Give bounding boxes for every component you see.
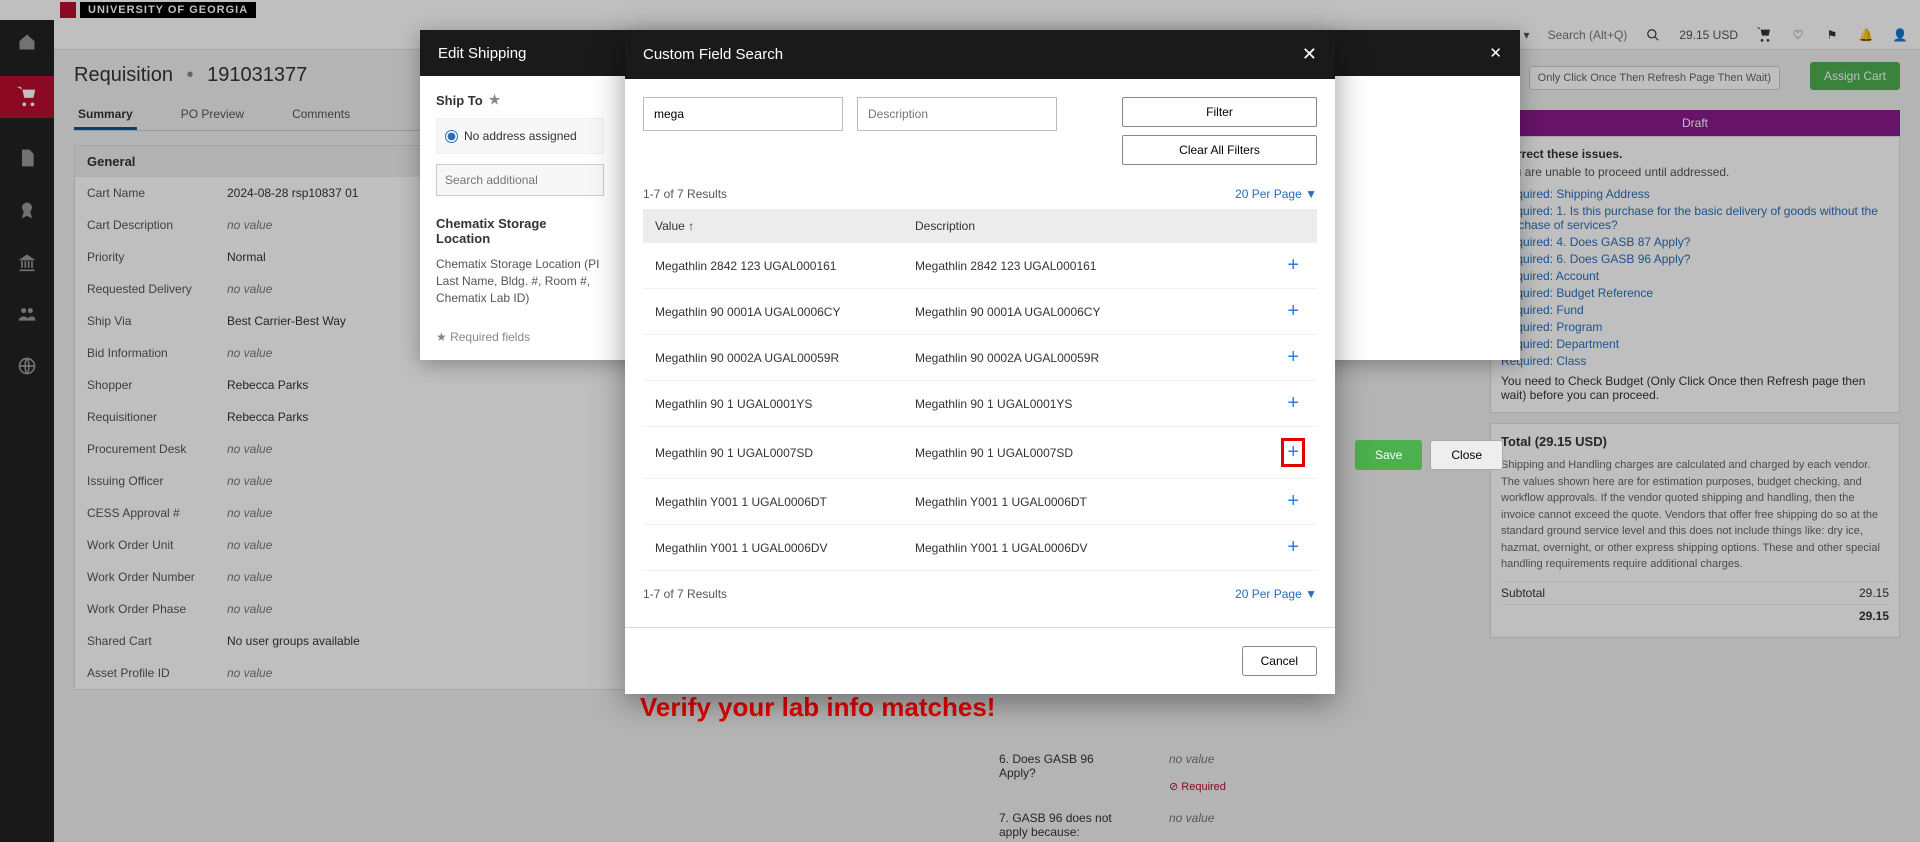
row-value: Megathlin 90 0002A UGAL00059R xyxy=(655,351,915,365)
chematix-subtext: Chematix Storage Location (PI Last Name,… xyxy=(436,256,604,306)
add-icon[interactable]: + xyxy=(1281,490,1305,513)
edit-shipping-title: Edit Shipping xyxy=(438,45,526,62)
ship-to-heading: Ship To★ xyxy=(436,92,604,108)
results-count-bottom: 1-7 of 7 Results xyxy=(643,587,727,601)
result-row: Megathlin 90 0001A UGAL0006CYMegathlin 9… xyxy=(643,289,1317,335)
per-page-dropdown[interactable]: 20 Per Page ▼ xyxy=(1235,187,1317,201)
column-description[interactable]: Description xyxy=(915,219,975,233)
description-filter-input[interactable] xyxy=(857,97,1057,131)
cfs-table-header: Value ↑ Description xyxy=(643,209,1317,243)
row-desc: Megathlin Y001 1 UGAL0006DV xyxy=(915,541,1281,555)
search-additional-input[interactable] xyxy=(436,164,604,196)
cancel-button[interactable]: Cancel xyxy=(1242,646,1317,676)
no-address-radio[interactable]: No address assigned xyxy=(436,118,604,154)
add-icon[interactable]: + xyxy=(1281,392,1305,415)
value-filter-input[interactable] xyxy=(643,97,843,131)
row-value: Megathlin Y001 1 UGAL0006DT xyxy=(655,495,915,509)
save-button[interactable]: Save xyxy=(1355,440,1422,470)
result-row-highlighted: Megathlin 90 1 UGAL0007SDMegathlin 90 1 … xyxy=(643,427,1317,479)
row-value: Megathlin 90 0001A UGAL0006CY xyxy=(655,305,915,319)
annotation-text: Verify your lab info matches! xyxy=(640,692,995,723)
result-row: Megathlin Y001 1 UGAL0006DVMegathlin Y00… xyxy=(643,525,1317,571)
close-icon[interactable]: ✕ xyxy=(1489,44,1502,62)
results-count: 1-7 of 7 Results xyxy=(643,187,727,201)
add-icon[interactable]: + xyxy=(1281,536,1305,559)
add-icon[interactable]: + xyxy=(1281,254,1305,277)
clear-filters-button[interactable]: Clear All Filters xyxy=(1122,135,1317,165)
row-value: Megathlin 90 1 UGAL0001YS xyxy=(655,397,915,411)
close-button[interactable]: Close xyxy=(1430,440,1503,470)
column-value[interactable]: Value ↑ xyxy=(655,219,915,233)
add-icon[interactable]: + xyxy=(1281,438,1305,467)
per-page-dropdown-bottom[interactable]: 20 Per Page ▼ xyxy=(1235,587,1317,601)
row-desc: Megathlin 90 0002A UGAL00059R xyxy=(915,351,1281,365)
row-value: Megathlin 90 1 UGAL0007SD xyxy=(655,446,915,460)
chematix-heading: Chematix Storage Location xyxy=(436,216,604,246)
required-fields-note: Required fields xyxy=(436,330,604,344)
row-value: Megathlin Y001 1 UGAL0006DV xyxy=(655,541,915,555)
close-icon[interactable]: ✕ xyxy=(1302,44,1317,65)
result-row: Megathlin 2842 123 UGAL000161Megathlin 2… xyxy=(643,243,1317,289)
cfs-title: Custom Field Search xyxy=(643,46,783,63)
filter-button[interactable]: Filter xyxy=(1122,97,1317,127)
row-desc: Megathlin 90 1 UGAL0007SD xyxy=(915,446,1281,460)
edit-shipping-actions: Save Close xyxy=(1355,440,1503,470)
result-row: Megathlin Y001 1 UGAL0006DTMegathlin Y00… xyxy=(643,479,1317,525)
no-address-label: No address assigned xyxy=(464,129,577,143)
add-icon[interactable]: + xyxy=(1281,300,1305,323)
result-row: Megathlin 90 1 UGAL0001YSMegathlin 90 1 … xyxy=(643,381,1317,427)
row-desc: Megathlin 90 1 UGAL0001YS xyxy=(915,397,1281,411)
row-desc: Megathlin Y001 1 UGAL0006DT xyxy=(915,495,1281,509)
custom-field-search-modal: Custom Field Search ✕ Filter Clear All F… xyxy=(625,30,1335,694)
add-icon[interactable]: + xyxy=(1281,346,1305,369)
row-value: Megathlin 2842 123 UGAL000161 xyxy=(655,259,915,273)
row-desc: Megathlin 2842 123 UGAL000161 xyxy=(915,259,1281,273)
row-desc: Megathlin 90 0001A UGAL0006CY xyxy=(915,305,1281,319)
no-address-radio-input[interactable] xyxy=(445,130,458,143)
result-row: Megathlin 90 0002A UGAL00059RMegathlin 9… xyxy=(643,335,1317,381)
